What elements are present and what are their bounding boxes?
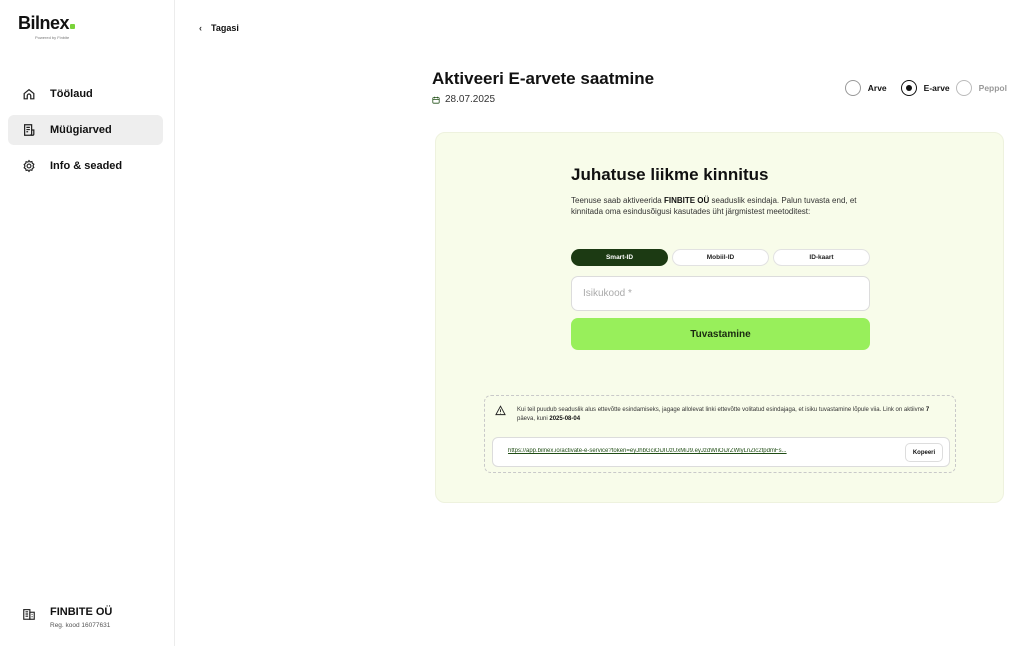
brand-logo[interactable]: Bilnex Powered by Finbite — [18, 13, 76, 40]
company-name: FINBITE OÜ — [50, 606, 113, 618]
notice-days: 7 — [925, 407, 930, 413]
radio-label: Peppol — [978, 83, 1007, 93]
invoice-type-radio-group: Arve E-arve Peppol — [839, 80, 1007, 96]
notice-text-prefix: Kui teil puudub seaduslik alus ettevõtte… — [517, 407, 926, 413]
card-description: Teenuse saab aktiveerida FINBITE OÜ sead… — [571, 196, 871, 217]
building-icon — [23, 609, 35, 620]
radio-circle[interactable] — [900, 80, 917, 96]
sidebar-item-label: Müügiarved — [50, 124, 112, 136]
tab-smart-id[interactable]: Smart-ID — [571, 249, 668, 266]
home-icon — [23, 88, 35, 100]
copy-button[interactable]: Kopeeri — [905, 443, 943, 462]
desc-company: FINBITE OÜ — [663, 196, 710, 205]
tab-id-kaart[interactable]: ID-kaart — [773, 249, 870, 266]
invoice-icon — [24, 124, 35, 136]
sidebar-item-muugiarved[interactable]: Müügiarved — [8, 115, 163, 145]
warning-icon — [495, 405, 506, 416]
radio-arve[interactable]: Arve — [844, 80, 887, 96]
page-title: Aktiveeri E-arvete saatmine — [432, 69, 655, 88]
brand-name: Bilnex — [18, 13, 70, 33]
auth-method-tabs: Smart-ID Mobiil-ID ID-kaart — [571, 249, 870, 266]
page-date: 28.07.2025 — [432, 94, 495, 105]
radio-circle[interactable] — [844, 80, 861, 96]
sidebar-item-label: Info & seaded — [50, 160, 123, 172]
brand-tagline: Powered by Finbite — [35, 35, 70, 40]
sidebar: Bilnex Powered by Finbite Töölaud Müügia… — [0, 0, 175, 646]
radio-label: Arve — [867, 83, 887, 93]
sidebar-item-info-seaded[interactable]: Info & seaded — [8, 151, 163, 181]
card-title: Juhatuse liikme kinnitus — [571, 165, 769, 184]
chevron-left-icon: ‹ — [199, 23, 202, 33]
personal-code-input[interactable]: Isikukood * — [571, 276, 870, 311]
sidebar-nav: Töölaud Müügiarved Info & seaded — [8, 79, 163, 187]
date-value: 28.07.2025 — [445, 94, 496, 105]
gear-icon — [23, 159, 35, 173]
desc-prefix: Teenuse saab aktiveerida — [571, 196, 664, 205]
notice-text: Kui teil puudub seaduslik alus ettevõtte… — [517, 406, 947, 424]
board-confirmation-card: Juhatuse liikme kinnitus Teenuse saab ak… — [435, 132, 1004, 503]
logo-dot-icon — [70, 24, 76, 29]
calendar-icon — [432, 96, 440, 104]
radio-circle[interactable] — [955, 80, 972, 96]
notice-expiry: 2025-08-04 — [549, 416, 581, 422]
company-reg-code: Reg. kood 16077631 — [50, 622, 111, 629]
radio-label: E-arve — [923, 83, 950, 93]
radio-peppol[interactable]: Peppol — [955, 80, 1007, 96]
share-link-url[interactable]: https://app.bilnex.io/activate-e-service… — [508, 448, 870, 454]
tab-mobiil-id[interactable]: Mobiil-ID — [672, 249, 769, 266]
back-link[interactable]: ‹ Tagasi — [199, 23, 239, 33]
share-link-notice: Kui teil puudub seaduslik alus ettevõtte… — [484, 395, 956, 473]
sidebar-item-label: Töölaud — [50, 88, 93, 100]
share-link-box: https://app.bilnex.io/activate-e-service… — [492, 437, 950, 467]
sidebar-item-toolaud[interactable]: Töölaud — [8, 79, 163, 109]
notice-text-mid: päeva, kuni — [517, 416, 550, 422]
radio-e-arve[interactable]: E-arve — [900, 80, 950, 96]
back-label: Tagasi — [211, 23, 239, 33]
company-switcher[interactable]: FINBITE OÜ Reg. kood 16077631 — [22, 606, 112, 629]
authenticate-button[interactable]: Tuvastamine — [571, 318, 870, 350]
